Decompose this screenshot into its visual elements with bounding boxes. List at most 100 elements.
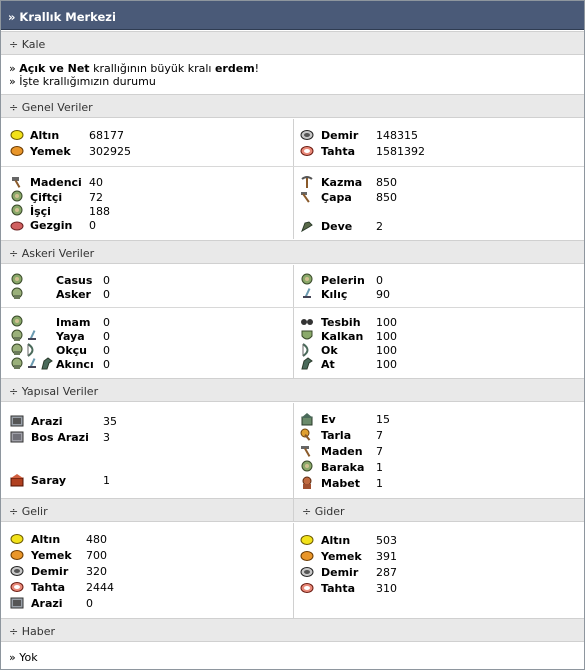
stat-value: 0 (103, 274, 110, 287)
palace-icon (10, 474, 24, 487)
stat-label: Saray (31, 474, 67, 487)
section-header-kale[interactable]: ÷ Kale (1, 31, 584, 55)
stat-label: Gezgin (30, 219, 73, 232)
barracks-icon (301, 460, 313, 472)
sword-icon (303, 288, 311, 299)
section-header-yapisal[interactable]: ÷ Yapısal Veriler (1, 378, 584, 402)
explorer-icon (10, 221, 24, 231)
empty-land-icon (10, 431, 24, 443)
stat-value: 40 (89, 176, 103, 189)
stat-value: 2 (376, 220, 383, 233)
status-line: » İşte krallığımızın durumu (9, 75, 156, 88)
section-header-haber[interactable]: ÷ Haber (1, 618, 584, 642)
stat-label: Deve (321, 220, 353, 233)
section-header-askeri[interactable]: ÷ Askeri Veriler (1, 240, 584, 264)
stat-value: 0 (86, 597, 93, 610)
stat-value: 0 (103, 344, 110, 357)
gold-coin-icon (10, 534, 24, 544)
stat-value: 320 (86, 565, 107, 578)
stat-value: 1581392 (376, 145, 425, 158)
food-icon (10, 550, 24, 560)
house-icon (301, 413, 313, 426)
stat-value: 391 (376, 550, 397, 563)
stat-value: 7 (376, 445, 383, 458)
stat-label: Imam (56, 316, 91, 329)
stat-label: Yemek (31, 549, 72, 562)
stat-value: 3 (103, 431, 110, 444)
stat-value: 1 (376, 477, 383, 490)
stat-label: Yemek (321, 550, 362, 563)
field-icon (300, 428, 311, 441)
stat-value: 302925 (89, 145, 131, 158)
stat-value: 1 (103, 474, 110, 487)
camel-icon (301, 221, 313, 233)
pickaxe-icon (301, 176, 313, 188)
section-header-gider[interactable]: ÷ Gider (293, 498, 584, 522)
iron-icon (300, 130, 314, 140)
stat-label: Bos Arazi (31, 431, 89, 444)
horse-icon (41, 357, 53, 370)
stat-value: 1 (376, 461, 383, 474)
kingdom-center-panel: » Krallık Merkezi ÷ Kale » Açık ve Net k… (0, 0, 585, 670)
stat-label: Arazi (31, 415, 63, 428)
stat-value: 0 (89, 219, 96, 232)
stat-label: Demir (321, 129, 359, 142)
gold-coin-icon (300, 535, 314, 545)
stat-label: Kazma (321, 176, 363, 189)
stat-value: 850 (376, 191, 397, 204)
stat-label: Baraka (321, 461, 365, 474)
stat-value: 100 (376, 330, 397, 343)
farmer-icon (11, 190, 23, 202)
row-divider (1, 307, 584, 308)
cloak-icon (301, 273, 313, 285)
stat-value: 68177 (89, 129, 124, 142)
stat-value: 0 (103, 316, 110, 329)
stat-value: 100 (376, 344, 397, 357)
section-header-genel[interactable]: ÷ Genel Veriler (1, 94, 584, 118)
column-divider (293, 523, 294, 618)
stat-value: 0 (103, 330, 110, 343)
stat-label: Asker (56, 288, 91, 301)
stat-label: Altın (30, 129, 60, 142)
stat-label: Altın (31, 533, 61, 546)
panel-title: » Krallık Merkezi (1, 1, 584, 30)
column-divider (293, 119, 294, 239)
soldier-icon (11, 329, 23, 341)
section-header-gelir[interactable]: ÷ Gelir (1, 498, 294, 522)
row-divider (1, 166, 584, 167)
stat-value: 700 (86, 549, 107, 562)
stat-label: Akıncı (56, 358, 94, 371)
stat-label: Tesbih (321, 316, 361, 329)
stat-value: 0 (376, 274, 383, 287)
stat-value: 148315 (376, 129, 418, 142)
prayer-beads-icon (301, 319, 313, 325)
stat-label: Demir (31, 565, 69, 578)
hammer-icon (12, 177, 21, 188)
worker-icon (11, 204, 23, 216)
temple-icon (302, 476, 312, 489)
stat-value: 100 (376, 316, 397, 329)
stat-label: İşçi (30, 205, 51, 218)
stat-label: Altın (321, 534, 351, 547)
stat-value: 310 (376, 582, 397, 595)
worker-icon (11, 315, 23, 327)
stat-label: Ev (321, 413, 336, 426)
wood-icon (10, 582, 24, 592)
sword-icon (28, 330, 36, 341)
stat-value: 100 (376, 358, 397, 371)
stat-value: 503 (376, 534, 397, 547)
stat-value: 35 (103, 415, 117, 428)
stat-value: 7 (376, 429, 383, 442)
land-icon (10, 597, 24, 609)
stat-label: Maden (321, 445, 363, 458)
soldier-icon (11, 287, 23, 299)
stat-label: Tahta (31, 581, 66, 594)
stat-value: 15 (376, 413, 390, 426)
stat-label: Demir (321, 566, 359, 579)
king-name: erdem (214, 62, 255, 75)
stat-label: Çapa (321, 191, 352, 204)
wood-icon (300, 146, 314, 156)
column-divider (293, 403, 294, 498)
food-icon (300, 551, 314, 561)
stat-value: 188 (89, 205, 110, 218)
